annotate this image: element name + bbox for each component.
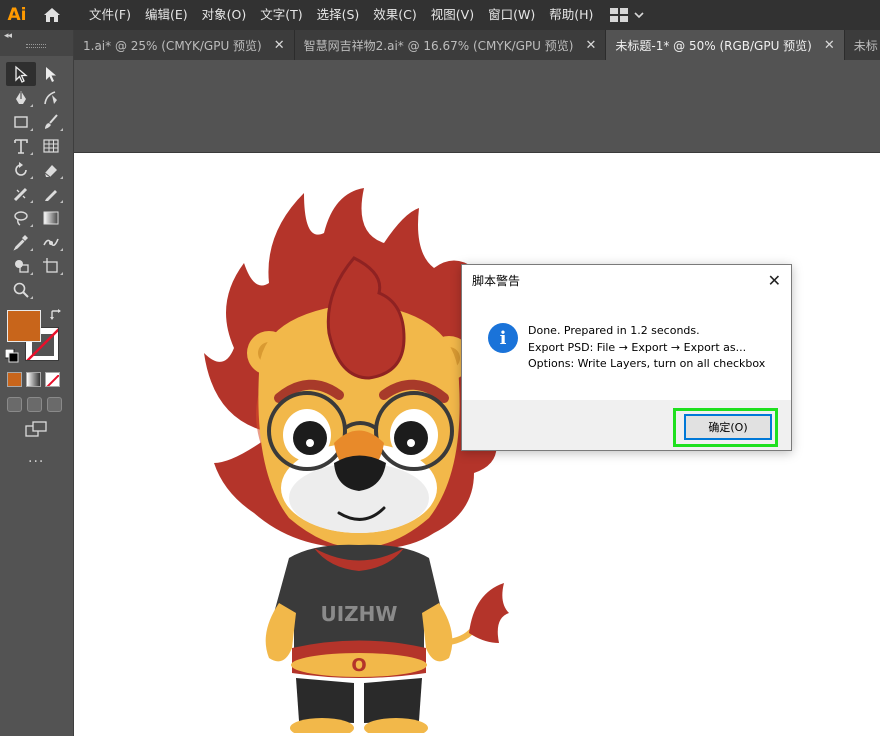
draw-inside-icon[interactable]	[47, 397, 62, 412]
curvature-tool-icon[interactable]	[36, 86, 66, 110]
ok-button[interactable]: 确定(O)	[684, 414, 772, 440]
color-mode-icon[interactable]	[7, 372, 22, 387]
collapse-icon[interactable]: ◂◂	[4, 31, 12, 41]
panel-grip[interactable]	[26, 44, 46, 48]
menu-type[interactable]: 文字(T)	[253, 0, 309, 30]
tab-document-1[interactable]: 1.ai* @ 25% (CMYK/GPU 预览) ✕	[74, 30, 295, 60]
dialog-message: Done. Prepared in 1.2 seconds. Export PS…	[528, 323, 765, 400]
drawing-mode-row	[7, 397, 62, 412]
menu-view[interactable]: 视图(V)	[424, 0, 481, 30]
dialog-footer: 确定(O)	[462, 400, 791, 450]
illustrator-window: Ai 文件(F) 编辑(E) 对象(O) 文字(T) 选择(S) 效果(C) 视…	[0, 0, 880, 736]
dialog-body: i Done. Prepared in 1.2 seconds. Export …	[462, 296, 791, 400]
tab-label: 1.ai* @ 25% (CMYK/GPU 预览)	[83, 38, 262, 53]
workspace-switcher[interactable]	[610, 0, 644, 30]
message-line: Done. Prepared in 1.2 seconds.	[528, 324, 700, 337]
tab-label: 未标题-1* @ 50% (RGB/GPU 预览)	[615, 38, 812, 53]
artboard-tool-icon[interactable]	[36, 254, 66, 278]
eyedropper-tool-icon[interactable]	[6, 230, 36, 254]
shirt-logo-text: UIZHW	[321, 602, 398, 626]
layout-grid-icon	[610, 8, 629, 22]
draw-behind-icon[interactable]	[27, 397, 42, 412]
menu-list: 文件(F) 编辑(E) 对象(O) 文字(T) 选择(S) 效果(C) 视图(V…	[82, 0, 600, 30]
belt-buckle-text: O	[351, 655, 366, 676]
tab-label: 智慧网吉祥物2.ai* @ 16.67% (CMYK/GPU 预览)	[303, 38, 574, 53]
edit-toolbar-icon[interactable]: ...	[28, 450, 44, 466]
lion-mascot-illustration[interactable]: UIZHW O	[174, 173, 534, 733]
menu-window[interactable]: 窗口(W)	[481, 0, 542, 30]
close-icon[interactable]: ✕	[274, 38, 285, 53]
direct-selection-tool-icon[interactable]	[36, 62, 66, 86]
tab-document-4[interactable]: 未标	[845, 30, 880, 60]
chevron-down-icon	[634, 12, 644, 19]
close-icon[interactable]: ✕	[768, 272, 781, 289]
message-line: Options: Write Layers, turn on all check…	[528, 357, 766, 370]
tools-panel-header[interactable]: ◂◂	[0, 30, 73, 56]
menu-help[interactable]: 帮助(H)	[542, 0, 600, 30]
pencil-tool-icon[interactable]	[36, 182, 66, 206]
message-line: Export PSD: File → Export → Export as...	[528, 340, 747, 354]
default-colors-icon[interactable]	[5, 349, 19, 363]
paintbrush-tool-icon[interactable]	[36, 110, 66, 134]
dialog-titlebar[interactable]: 脚本警告 ✕	[462, 265, 791, 296]
fill-color-swatch[interactable]	[7, 310, 41, 342]
document-tabs: 1.ai* @ 25% (CMYK/GPU 预览) ✕ 智慧网吉祥物2.ai* …	[74, 30, 880, 60]
none-mode-icon[interactable]	[45, 372, 60, 387]
menu-object[interactable]: 对象(O)	[195, 0, 254, 30]
rectangle-tool-icon[interactable]	[6, 110, 36, 134]
gradient-mode-icon[interactable]	[26, 372, 41, 387]
app-logo: Ai	[7, 5, 27, 25]
swap-fill-stroke-icon[interactable]	[49, 308, 63, 322]
tab-document-3[interactable]: 未标题-1* @ 50% (RGB/GPU 预览) ✕	[606, 30, 845, 60]
dialog-title: 脚本警告	[472, 274, 521, 288]
close-icon[interactable]: ✕	[824, 38, 835, 53]
selection-tool-icon[interactable]	[6, 62, 36, 86]
menu-bar: Ai 文件(F) 编辑(E) 对象(O) 文字(T) 选择(S) 效果(C) 视…	[0, 0, 880, 30]
close-icon[interactable]: ✕	[585, 38, 596, 53]
zoom-tool-icon[interactable]	[6, 278, 36, 302]
pen-tool-icon[interactable]	[6, 86, 36, 110]
color-mode-row	[7, 372, 60, 387]
script-alert-dialog: 脚本警告 ✕ i Done. Prepared in 1.2 seconds. …	[461, 264, 792, 451]
gradient-tool-icon[interactable]	[36, 206, 66, 230]
menu-effect[interactable]: 效果(C)	[366, 0, 423, 30]
menu-select[interactable]: 选择(S)	[310, 0, 367, 30]
tools-panel: ◂◂ ...	[0, 30, 74, 736]
lasso-tool-icon[interactable]	[6, 206, 36, 230]
menu-edit[interactable]: 编辑(E)	[138, 0, 195, 30]
home-icon[interactable]	[34, 0, 70, 30]
width-tool-icon[interactable]	[6, 182, 36, 206]
tab-label: 未标	[853, 38, 878, 53]
eraser-tool-icon[interactable]	[36, 158, 66, 182]
draw-normal-icon[interactable]	[7, 397, 22, 412]
menu-file[interactable]: 文件(F)	[82, 0, 138, 30]
type-tool-icon[interactable]	[6, 134, 36, 158]
rotate-tool-icon[interactable]	[6, 158, 36, 182]
tab-document-2[interactable]: 智慧网吉祥物2.ai* @ 16.67% (CMYK/GPU 预览) ✕	[295, 30, 607, 60]
puppet-warp-tool-icon[interactable]	[36, 230, 66, 254]
screen-mode-icon[interactable]	[25, 421, 47, 437]
mesh-tool-icon[interactable]	[36, 134, 66, 158]
shape-builder-tool-icon[interactable]	[6, 254, 36, 278]
info-icon: i	[488, 323, 518, 353]
